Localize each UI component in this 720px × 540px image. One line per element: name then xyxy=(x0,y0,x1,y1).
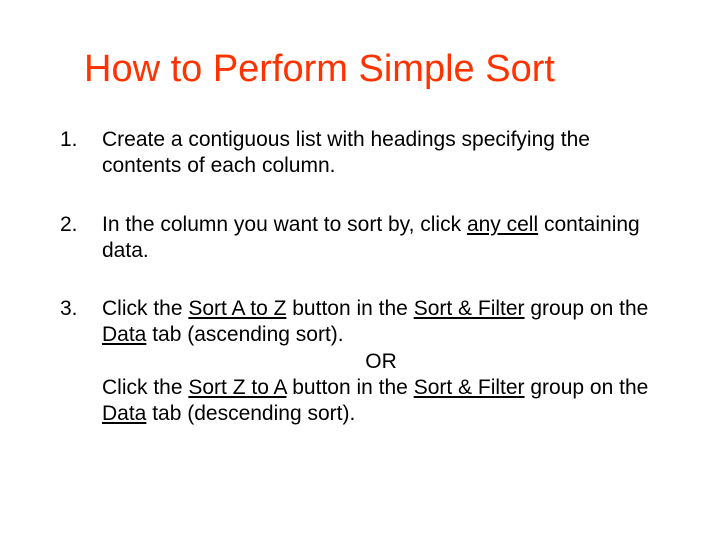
item-number: 3. xyxy=(60,296,102,322)
text-run: tab (descending sort). xyxy=(146,402,355,425)
underlined-text: Sort & Filter xyxy=(414,376,525,399)
item-body: Click the Sort A to Z button in the Sort… xyxy=(102,296,660,427)
slide: How to Perform Simple Sort 1. Create a c… xyxy=(0,0,720,540)
underlined-text: Data xyxy=(102,323,146,346)
item-line: Click the Sort Z to A button in the Sort… xyxy=(102,375,660,428)
item-number: 2. xyxy=(60,212,102,238)
list-item: 3. Click the Sort A to Z button in the S… xyxy=(60,296,660,427)
underlined-text: Sort A to Z xyxy=(188,297,286,320)
list-item: 2. In the column you want to sort by, cl… xyxy=(60,212,660,265)
text-run: In the column you want to sort by, click xyxy=(102,213,467,236)
text-run: Click the xyxy=(102,376,188,399)
text-run: button in the xyxy=(286,297,413,320)
item-number: 1. xyxy=(60,127,102,153)
text-run: button in the xyxy=(286,376,413,399)
item-body: Create a contiguous list with headings s… xyxy=(102,127,660,180)
text-run: Click the xyxy=(102,297,188,320)
ordered-list: 1. Create a contiguous list with heading… xyxy=(60,127,660,427)
text-run: group on the xyxy=(525,297,649,320)
list-item: 1. Create a contiguous list with heading… xyxy=(60,127,660,180)
underlined-text: Data xyxy=(102,402,146,425)
item-line: Click the Sort A to Z button in the Sort… xyxy=(102,296,660,349)
text-run: group on the xyxy=(525,376,649,399)
underlined-text: Sort Z to A xyxy=(188,376,286,399)
item-body: In the column you want to sort by, click… xyxy=(102,212,660,265)
slide-title: How to Perform Simple Sort xyxy=(60,48,660,91)
underlined-text: Sort & Filter xyxy=(414,297,525,320)
item-or-separator: OR xyxy=(102,349,660,375)
text-run: tab (ascending sort). xyxy=(146,323,343,346)
underlined-text: any cell xyxy=(467,213,538,236)
